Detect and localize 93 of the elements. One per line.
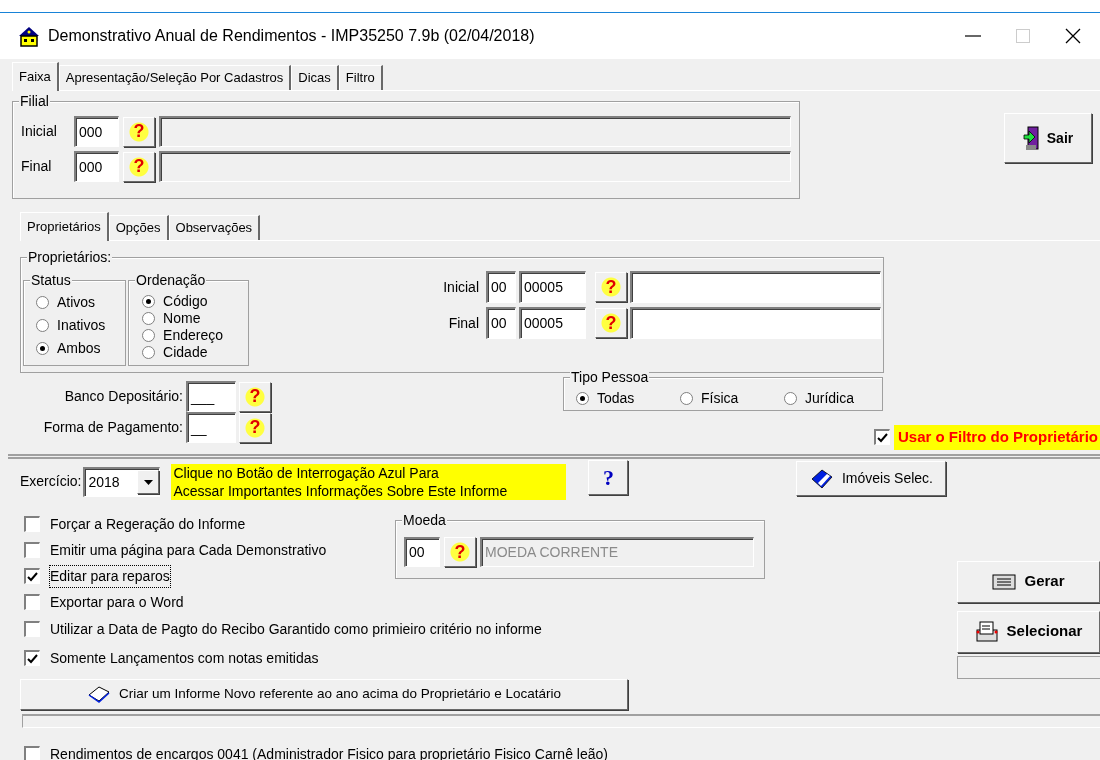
window-title: Demonstrativo Anual de Rendimentos - IMP35250 7.9b (02/04/2018) — [48, 26, 536, 46]
checkbox[interactable] — [24, 594, 40, 610]
radio-label: Código — [163, 293, 208, 310]
properties-button[interactable]: Imóveis Selec. — [796, 461, 947, 496]
radio-label: Jurídica — [805, 389, 855, 407]
field-label: Exercício: — [20, 472, 82, 491]
checkbox-label: Forçar a Regeração do Informe — [50, 514, 246, 534]
lookup-button[interactable]: ? — [123, 151, 155, 182]
radio-button[interactable] — [36, 296, 49, 309]
radio-button[interactable] — [142, 295, 156, 308]
radio-label: Ativos — [57, 294, 96, 311]
radio-label: Física — [701, 389, 739, 407]
field-label: Inicial — [442, 277, 479, 297]
select-button[interactable]: Selecionar — [957, 610, 1100, 653]
year-select[interactable]: 2018 — [83, 466, 161, 497]
field-label: Final — [21, 157, 53, 176]
checkbox-label: Utilizar a Data de Pagto do Recibo Garantido como primieiro critério no informe — [50, 619, 542, 639]
code-field[interactable]: 000 — [74, 151, 119, 182]
lookup-button[interactable]: ? — [123, 116, 155, 147]
code-field[interactable]: 00005 — [519, 271, 586, 303]
code-field[interactable]: 000 — [74, 116, 119, 147]
checkbox[interactable] — [24, 621, 40, 637]
house-icon — [18, 25, 40, 47]
lookup-button[interactable]: ? — [239, 412, 271, 443]
radio-label: Nome — [163, 310, 201, 327]
tab[interactable]: Faixa — [12, 62, 59, 91]
tab[interactable]: Opções — [108, 215, 169, 240]
door-arrow-icon — [1022, 125, 1041, 151]
checkbox-label: Exportar para o Word — [50, 592, 184, 612]
tab[interactable]: Proprietários — [20, 212, 109, 241]
minimize-icon — [965, 35, 981, 37]
tab[interactable]: Dicas — [291, 65, 339, 90]
group-title: Ordenação — [135, 272, 207, 288]
checkbox[interactable] — [24, 568, 40, 584]
checkbox-label: Somente Lançamentos com notas emitidas — [50, 648, 319, 668]
lookup-button[interactable]: ? — [444, 537, 476, 567]
info-note: Clique no Botão de Interrogação Azul Para Acessar Importantes Informações Sobre Este Informe — [171, 463, 567, 500]
lookup-button[interactable]: ? — [239, 381, 271, 412]
field-label: Inicial — [21, 122, 58, 141]
help-button[interactable]: ? — [588, 460, 629, 495]
create-report-button[interactable]: Criar um Informe Novo referente ao ano acima do Proprietário e Locatário — [20, 678, 628, 710]
checkbox[interactable] — [24, 516, 40, 532]
dropdown-arrow-icon — [143, 479, 153, 485]
field-label: Banco Depositário: — [63, 387, 183, 406]
radio-button[interactable] — [36, 342, 49, 355]
checkbox-label: Editar para reparos — [50, 565, 170, 587]
book-icon — [87, 685, 111, 703]
code-field[interactable]: 00005 — [519, 307, 586, 339]
radio-label: Endereço — [163, 327, 224, 344]
checkbox-label: Emitir uma página para Cada Demonstrativo — [50, 540, 327, 560]
list-icon — [992, 573, 1017, 590]
radio-label: Cidade — [163, 344, 208, 361]
maximize-icon — [1015, 28, 1031, 44]
lookup-button[interactable]: ? — [595, 308, 627, 338]
currency-name-field: MOEDA CORRENTE — [480, 537, 754, 567]
radio-button[interactable] — [142, 346, 156, 359]
field-label: Final — [447, 313, 479, 333]
code-field[interactable]: 00 — [404, 537, 440, 567]
radio-button[interactable] — [142, 312, 156, 325]
name-field[interactable] — [630, 307, 881, 339]
group-title: Status — [30, 272, 72, 288]
field-label: Forma de Pagamento: — [42, 418, 183, 437]
radio-label: Todas — [597, 389, 635, 407]
radio-label: Ambos — [57, 340, 101, 357]
group-title: Tipo Pessoa — [570, 369, 650, 385]
checkbox[interactable] — [873, 429, 890, 446]
checkbox-label: Usar o Filtro do Proprietário — [893, 425, 1100, 450]
radio-button[interactable] — [142, 329, 156, 342]
printer-icon — [974, 619, 999, 644]
radio-button[interactable] — [680, 391, 693, 405]
lookup-button[interactable]: ? — [595, 272, 627, 302]
tab[interactable]: Apresentação/Seleção Por Cadastros — [58, 65, 292, 90]
exit-button[interactable]: Sair — [1004, 113, 1092, 163]
prefix-field[interactable]: 00 — [486, 307, 516, 339]
group-title: Filial — [19, 93, 50, 109]
code-field[interactable]: ___ — [186, 381, 236, 412]
checkbox[interactable] — [24, 542, 40, 558]
prefix-field[interactable]: 00 — [486, 271, 516, 303]
radio-label: Inativos — [57, 317, 106, 334]
radio-button[interactable] — [576, 391, 589, 405]
code-field[interactable]: __ — [186, 412, 236, 443]
tab[interactable]: Filtro — [338, 65, 383, 90]
group-title: Proprietários: — [27, 249, 113, 265]
checkbox[interactable] — [24, 650, 40, 666]
generate-button[interactable]: Gerar — [957, 560, 1100, 603]
group-title: Moeda — [402, 511, 447, 528]
tab[interactable]: Observações — [168, 215, 261, 240]
checkbox[interactable] — [24, 746, 40, 760]
name-field[interactable] — [630, 271, 881, 303]
radio-button[interactable] — [784, 391, 797, 405]
book-icon — [809, 468, 834, 489]
close-icon — [1065, 28, 1081, 44]
radio-button[interactable] — [36, 319, 49, 332]
